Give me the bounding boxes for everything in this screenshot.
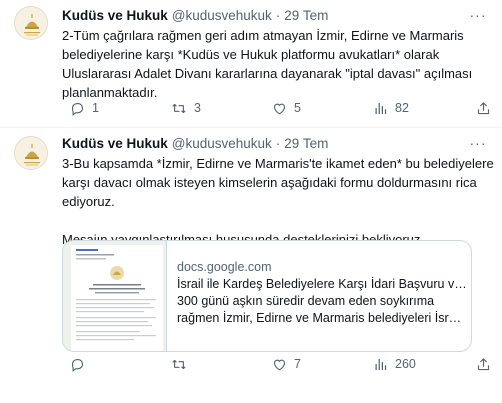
like-button[interactable]: 5 xyxy=(272,99,301,117)
tweet-actions: 7 260 xyxy=(70,355,490,373)
card-description: rağmen İzmir, Edirne ve Marmaris belediy… xyxy=(177,311,467,325)
retweet-count: 3 xyxy=(194,101,201,115)
views-button[interactable]: 82 xyxy=(373,99,409,117)
tweet-text-line: Uluslararası Adalet Divanı kararlarına d… xyxy=(62,66,473,81)
like-count: 7 xyxy=(294,357,301,371)
reply-icon xyxy=(71,358,84,372)
like-button[interactable]: 7 xyxy=(272,355,301,373)
avatar-logo-icon xyxy=(15,137,47,169)
tweet-text-line: karşı davacı olmak isteyen kimselerin aş… xyxy=(62,175,477,190)
heart-icon xyxy=(273,359,286,370)
tweet-header: Kudüs ve Hukuk @kudusvehukuk · 29 Tem xyxy=(62,134,328,152)
card-info: docs.google.com İsrail ile Kardeş Beledi… xyxy=(177,259,467,327)
tweet-date[interactable]: 29 Tem xyxy=(284,136,328,151)
card-domain: docs.google.com xyxy=(177,260,272,274)
link-card[interactable]: docs.google.com İsrail ile Kardeş Beledi… xyxy=(62,240,472,352)
retweet-button[interactable]: 3 xyxy=(171,99,201,117)
more-icon[interactable]: ··· xyxy=(468,6,488,24)
user-handle[interactable]: @kudusvehukuk xyxy=(172,8,272,23)
avatar-logo-icon xyxy=(15,7,47,39)
views-icon xyxy=(375,102,387,114)
card-thumbnail xyxy=(63,241,167,351)
separator-dot: · xyxy=(275,7,281,23)
retweet-icon xyxy=(172,359,186,369)
reply-count: 1 xyxy=(92,101,99,115)
tweet-text: 3-Bu kapsamda *İzmir, Edirne ve Marmaris… xyxy=(62,154,494,249)
tweet-2[interactable]: Kudüs ve Hukuk @kudusvehukuk · 29 Tem ··… xyxy=(0,128,502,403)
share-button[interactable] xyxy=(476,355,491,373)
separator-dot: · xyxy=(275,135,281,151)
tweet-text-line: ediyoruz. xyxy=(62,194,115,209)
share-icon xyxy=(477,357,490,370)
reply-icon xyxy=(71,102,84,116)
reply-button[interactable] xyxy=(70,355,92,373)
card-description: 300 günü aşkın süredir devam eden soykır… xyxy=(177,294,435,308)
display-name[interactable]: Kudüs ve Hukuk xyxy=(62,8,168,23)
more-icon[interactable]: ··· xyxy=(468,134,488,152)
tweet-text-line: 2-Tüm çağrılara rağmen geri adım atmayan… xyxy=(62,28,464,43)
tweet-header: Kudüs ve Hukuk @kudusvehukuk · 29 Tem xyxy=(62,6,328,24)
user-handle[interactable]: @kudusvehukuk xyxy=(172,136,272,151)
avatar[interactable] xyxy=(14,136,48,170)
tweet-date[interactable]: 29 Tem xyxy=(284,8,328,23)
views-icon xyxy=(375,358,387,370)
reply-button[interactable]: 1 xyxy=(70,99,99,117)
avatar[interactable] xyxy=(14,6,48,40)
tweet-text-line: belediyelerine karşı *Kudüs ve Hukuk pla… xyxy=(62,47,440,62)
card-title: İsrail ile Kardeş Belediyelere Karşı İda… xyxy=(177,277,467,291)
display-name[interactable]: Kudüs ve Hukuk xyxy=(62,136,168,151)
tweet-actions: 1 3 5 82 xyxy=(70,99,490,117)
share-button[interactable] xyxy=(476,99,491,117)
document-preview-icon xyxy=(63,241,166,351)
like-count: 5 xyxy=(294,101,301,115)
tweet-text: 2-Tüm çağrılara rağmen geri adım atmayan… xyxy=(62,26,482,102)
share-icon xyxy=(477,101,490,114)
tweet-1[interactable]: Kudüs ve Hukuk @kudusvehukuk · 29 Tem ··… xyxy=(0,0,502,128)
heart-icon xyxy=(273,103,286,114)
views-count: 260 xyxy=(395,357,416,371)
views-button[interactable]: 260 xyxy=(373,355,416,373)
retweet-button[interactable] xyxy=(171,355,194,373)
views-count: 82 xyxy=(395,101,409,115)
retweet-icon xyxy=(172,103,186,113)
tweet-text-line: 3-Bu kapsamda *İzmir, Edirne ve Marmaris… xyxy=(62,156,494,171)
